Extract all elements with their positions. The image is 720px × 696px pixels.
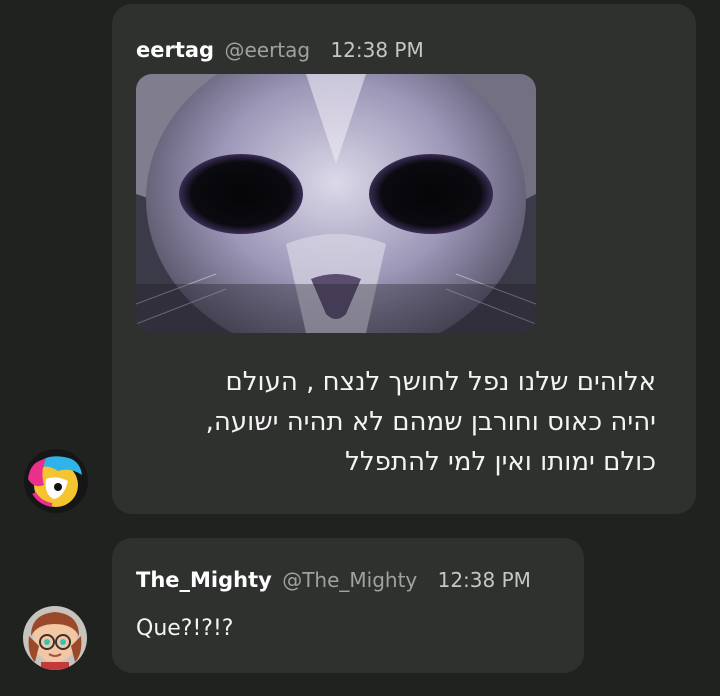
user-avatar-icon: [23, 606, 87, 670]
message-bubble: eertag @eertag 12:38 PM אלוהים שלנו נפל …: [112, 4, 696, 514]
message-bubble: The_Mighty @The_Mighty 12:38 PM Que?!?!?: [112, 538, 584, 673]
author-handle[interactable]: @eertag: [224, 38, 310, 62]
message-text: אלוהים שלנו נפל לחושך לנצח , העולם יהיה …: [206, 362, 656, 482]
author-handle[interactable]: @The_Mighty: [282, 568, 417, 592]
message-timestamp: 12:38 PM: [437, 568, 531, 592]
author-name[interactable]: eertag: [136, 38, 214, 62]
author-name[interactable]: The_Mighty: [136, 568, 272, 592]
message-text-line: יהיה כאוס וחורבן שמהם לא תהיה ישועה,: [205, 407, 656, 437]
avatar[interactable]: [24, 449, 88, 513]
message-text-line: אלוהים שלנו נפל לחושך לנצח , העולם: [225, 367, 656, 397]
cat-photo: [136, 74, 536, 333]
user-avatar-icon: [24, 449, 88, 513]
message-text-line: כולם ימותו ואין למי להתפלל: [345, 447, 656, 477]
avatar[interactable]: [23, 606, 87, 670]
message-header: eertag @eertag 12:38 PM: [136, 38, 424, 62]
message-timestamp: 12:38 PM: [330, 38, 424, 62]
message-text: Que?!?!?: [136, 616, 234, 641]
message-header: The_Mighty @The_Mighty 12:38 PM: [136, 568, 531, 592]
attached-image[interactable]: [136, 74, 536, 333]
